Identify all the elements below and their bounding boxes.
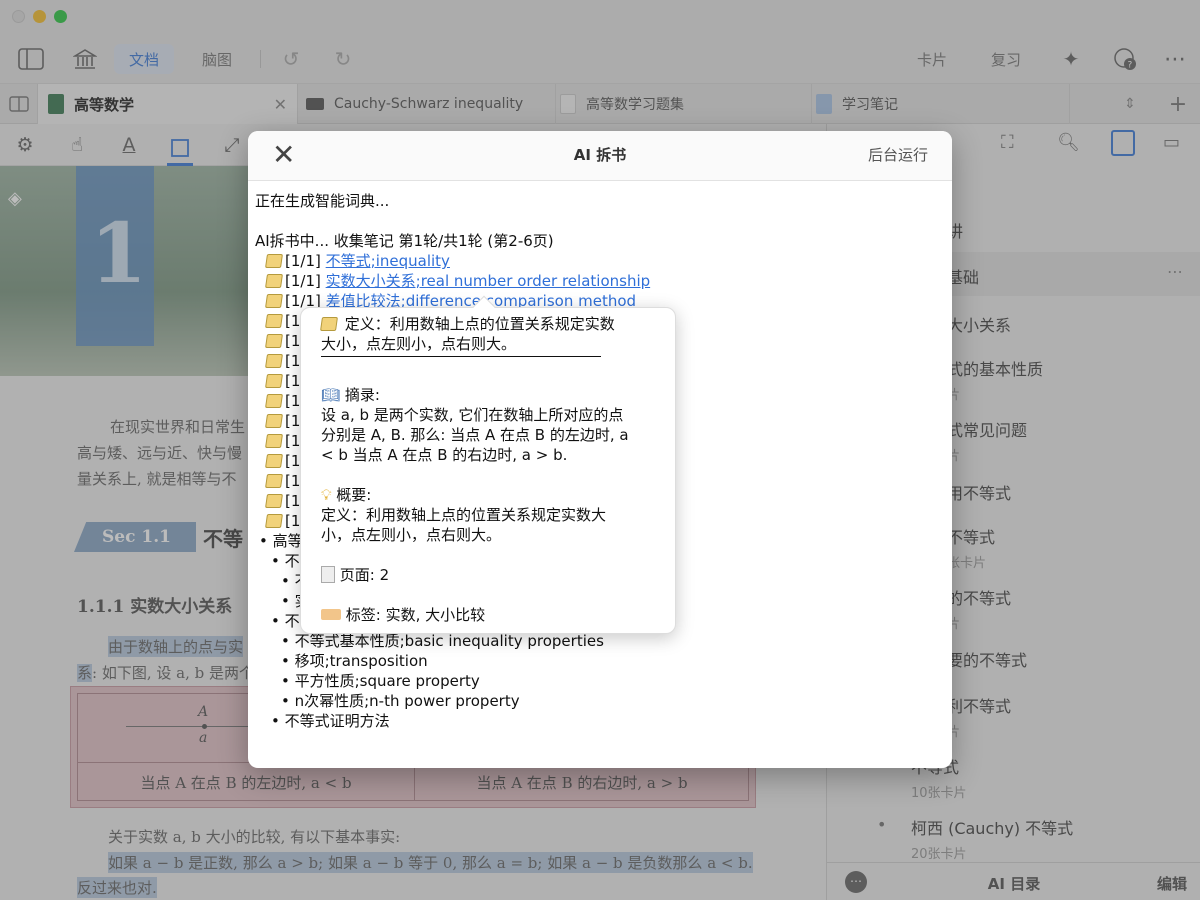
outline-line: • 移项;transposition: [281, 652, 428, 670]
note-index: [1: [285, 392, 301, 410]
note-index: [1: [285, 432, 301, 450]
excerpt-text: < b 当点 A 在点 B 的右边时, a > b.: [321, 446, 568, 464]
note-index: [1/1]: [285, 272, 321, 290]
page-icon: [321, 566, 335, 583]
progress-text: AI拆书中... 收集笔记 第1轮/共1轮 (第2-6页): [255, 232, 554, 250]
excerpt-label: 摘录:: [344, 386, 380, 404]
excerpt-text: 分别是 A, B. 那么: 当点 A 在点 B 的左边时, a: [321, 426, 629, 444]
lightbulb-icon: 💡︎: [321, 486, 332, 504]
note-icon: [265, 494, 283, 508]
definition-line: 定义：利用数轴上点的位置关系规定实数: [320, 314, 661, 334]
note-index: [1: [285, 372, 301, 390]
note-entry: [1/1] 实数大小关系;real number order relations…: [255, 271, 945, 291]
note-icon: [265, 454, 283, 468]
page-label: 页面: 2: [339, 566, 390, 584]
definition-text: 定义：利用数轴上点的位置关系规定实数: [344, 315, 615, 333]
note-index: [1: [285, 312, 301, 330]
note-index: [1: [285, 412, 301, 430]
definition-line: 大小，点左则小，点右则大。: [321, 335, 517, 353]
note-link[interactable]: 实数大小关系;real number order relationship: [326, 272, 651, 290]
note-icon: [265, 474, 283, 488]
note-index: [1: [285, 472, 301, 490]
note-index: [1: [285, 452, 301, 470]
note-link[interactable]: 不等式;inequality: [326, 252, 450, 270]
note-icon: [265, 434, 283, 448]
page-info: 页面: 2: [321, 565, 661, 585]
note-icon: [265, 314, 283, 328]
tag-icon: [321, 609, 341, 620]
note-icon: [265, 514, 283, 528]
summary-heading: 💡︎ 概要:: [321, 485, 661, 505]
note-icon: [265, 274, 283, 288]
note-icon: [265, 294, 283, 308]
book-icon: 📖︎: [321, 386, 341, 404]
tags-info: 标签: 实数, 大小比较: [321, 605, 661, 625]
note-icon: [320, 317, 338, 331]
status-text: 正在生成智能词典...: [255, 192, 390, 210]
note-icon: [265, 334, 283, 348]
note-index: [1/1]: [285, 252, 321, 270]
tags-label: 标签: 实数, 大小比较: [345, 606, 486, 624]
run-in-background-button[interactable]: 后台运行: [868, 144, 928, 165]
excerpt-text: 设 a, b 是两个实数, 它们在数轴上所对应的点: [321, 406, 624, 424]
note-icon: [265, 374, 283, 388]
outline-line: • 不等式证明方法: [271, 712, 390, 730]
note-index: [1: [285, 492, 301, 510]
note-preview-popover: 定义：利用数轴上点的位置关系规定实数 大小，点左则小，点右则大。 📖︎ 摘录: …: [300, 307, 676, 634]
note-icon: [265, 354, 283, 368]
outline-line: • 不等式基本性质;basic inequality properties: [281, 632, 604, 650]
note-icon: [265, 414, 283, 428]
summary-label: 概要:: [336, 486, 372, 504]
excerpt-heading: 📖︎ 摘录:: [321, 385, 661, 405]
summary-text: 定义：利用数轴上点的位置关系规定实数大: [321, 506, 607, 524]
summary-text: 小，点左则小，点右则大。: [321, 526, 502, 544]
note-index: [1: [285, 332, 301, 350]
outline-line: • n次幂性质;n-th power property: [281, 692, 520, 710]
outline-line: • 平方性质;square property: [281, 672, 480, 690]
note-index: [1: [285, 352, 301, 370]
note-index: [1: [285, 512, 301, 530]
dialog-title: AI 拆书: [573, 146, 627, 164]
dialog-header: ✕ AI 拆书 后台运行: [248, 131, 952, 181]
note-icon: [265, 394, 283, 408]
note-icon: [265, 254, 283, 268]
note-entry: [1/1] 不等式;inequality: [255, 251, 945, 271]
